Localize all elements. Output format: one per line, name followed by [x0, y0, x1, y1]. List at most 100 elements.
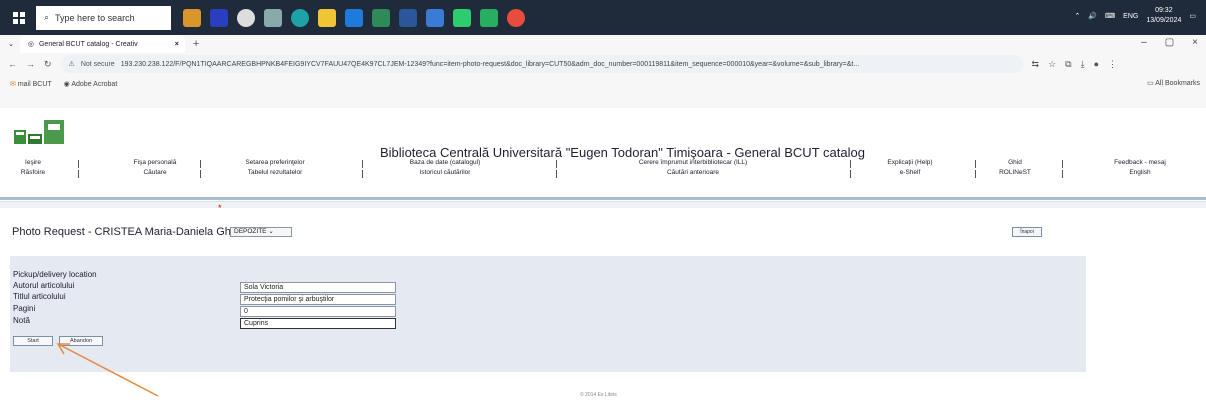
nav-link-feedback[interactable]: Feedback - mesaj — [1105, 158, 1175, 168]
nav-column: Fişa personală Căutare — [125, 158, 185, 178]
annotation-arrow — [56, 343, 159, 397]
windows-start-icon[interactable] — [8, 7, 30, 29]
bookmark-item[interactable]: ✉ mail BCUT — [10, 80, 52, 88]
article-author-input[interactable]: Sola Victoria — [240, 282, 396, 293]
back-button[interactable]: Înapoi — [1012, 227, 1042, 237]
nav-link-logout[interactable]: Ieşire — [18, 158, 48, 168]
nav-separator — [200, 160, 201, 168]
note-input[interactable]: Cuprins — [240, 318, 396, 329]
clock-time: 09:32 — [1155, 7, 1173, 14]
system-tray: ⌃ 🔊 ⌨ ENG 09:32 13/09/2024 ▭ — [1074, 6, 1196, 26]
language-indicator[interactable]: ENG — [1123, 13, 1138, 20]
header-divider — [0, 197, 1206, 200]
minimize-icon[interactable]: – — [1141, 37, 1147, 48]
pickup-location-label: Pickup/delivery location — [13, 270, 97, 279]
word-icon[interactable] — [399, 8, 417, 27]
nav-separator — [78, 160, 79, 168]
new-tab-icon[interactable]: + — [193, 38, 199, 50]
app-icon[interactable] — [426, 8, 444, 27]
taskbar-search-box[interactable]: ⌕ Type here to search — [36, 5, 171, 30]
reload-icon[interactable]: ↻ — [44, 59, 52, 70]
app-icon[interactable] — [210, 8, 228, 27]
pages-input[interactable]: 0 — [240, 306, 396, 317]
address-bar[interactable]: ⚠ Not secure 193.230.238.122/F/PQN1TIQAA… — [60, 55, 1023, 73]
tray-chevron-icon[interactable]: ⌃ — [1074, 12, 1080, 20]
bookmark-label: Adobe Acrobat — [71, 81, 118, 88]
warning-icon: ⚠ — [68, 61, 75, 68]
window-controls: – ▢ × — [1141, 37, 1198, 48]
windows-taskbar: ⌕ Type here to search ⌃ 🔊 ⌨ ENG 09:32 13… — [0, 0, 1206, 35]
bookmark-item[interactable]: ◉ Adobe Acrobat — [64, 80, 118, 88]
nav-link-personal-file[interactable]: Fişa personală — [125, 158, 185, 168]
notifications-icon[interactable]: ▭ — [1189, 12, 1196, 20]
profile-icon[interactable]: ● — [1094, 59, 1099, 69]
nav-link-results[interactable]: Tabelul rezultatelor — [235, 168, 315, 178]
pages-label: Pagini — [13, 304, 36, 313]
article-title-input[interactable]: Protecţia pomilor şi arbuştilor — [240, 294, 396, 305]
keyboard-icon[interactable]: ⌨ — [1105, 12, 1115, 20]
tab-list-icon[interactable]: ⌄ — [8, 40, 14, 48]
tab-close-icon[interactable]: × — [175, 41, 179, 48]
nav-separator — [850, 160, 851, 168]
required-marker: * — [218, 203, 222, 213]
clock[interactable]: 09:32 13/09/2024 — [1146, 6, 1181, 26]
nav-separator — [556, 170, 557, 178]
nav-link-search[interactable]: Căutare — [125, 168, 185, 178]
article-author-label: Autorul articolului — [13, 281, 75, 290]
translate-icon[interactable]: ⇆ — [1032, 59, 1040, 70]
download-icon[interactable]: ⤓ — [1081, 59, 1085, 70]
all-bookmarks-button[interactable]: ▭ All Bookmarks — [1147, 79, 1200, 87]
nav-column: Feedback - mesaj English — [1105, 158, 1175, 178]
browser-tab[interactable]: ◎ General BCUT catalog - Creativ × — [19, 35, 185, 53]
nav-link-english[interactable]: English — [1105, 168, 1175, 178]
nav-link-browse[interactable]: Răsfoire — [18, 168, 48, 178]
nav-link-eshelf[interactable]: e-Shelf — [880, 168, 940, 178]
nav-column: Ieşire Răsfoire — [18, 158, 48, 178]
edge-icon[interactable] — [291, 8, 309, 27]
nav-link-guide[interactable]: Ghid — [995, 158, 1035, 168]
browser-chrome: ⌄ ◎ General BCUT catalog - Creativ × + –… — [0, 35, 1206, 108]
mail-icon[interactable] — [345, 8, 363, 27]
folder-icon: ▭ — [1147, 80, 1154, 87]
nav-separator — [362, 160, 363, 168]
clock-date: 13/09/2024 — [1146, 17, 1182, 24]
chrome-icon[interactable] — [507, 8, 525, 27]
nav-link-preferences[interactable]: Setarea preferinţelor — [235, 158, 315, 168]
extensions-icon[interactable]: ⧉ — [1065, 59, 1071, 70]
nav-link-ill[interactable]: Cerere împrumut interbibliotecar (ILL) — [628, 158, 758, 168]
app-icon[interactable] — [372, 8, 390, 27]
app-icon[interactable] — [264, 8, 282, 27]
nav-column: Cerere împrumut interbibliotecar (ILL) C… — [628, 158, 758, 178]
nav-link-rolinest[interactable]: ROLINeST — [995, 168, 1035, 178]
pickup-location-select[interactable]: DEPOZITE ⌄ — [230, 227, 292, 237]
bcut-logo[interactable] — [12, 116, 68, 146]
folder-icon[interactable] — [318, 8, 336, 27]
app-icon[interactable] — [453, 8, 471, 27]
nav-link-search-history[interactable]: Istoricul căutărilor — [400, 168, 490, 178]
app-icon[interactable] — [480, 8, 498, 27]
nav-link-database[interactable]: Baza de date (catalogul) — [400, 158, 490, 168]
nav-separator — [200, 170, 201, 178]
mail-icon: ✉ — [10, 81, 16, 88]
footer-copyright: © 2014 Ex Libris — [580, 392, 617, 398]
article-title-label: Titlul articolului — [13, 292, 66, 301]
maximize-icon[interactable]: ▢ — [1165, 37, 1174, 48]
security-label[interactable]: Not secure — [81, 61, 115, 68]
menu-icon[interactable]: ⋮ — [1108, 59, 1117, 70]
taskbar-search-placeholder: Type here to search — [55, 12, 135, 23]
nav-link-previous-searches[interactable]: Căutări anterioare — [628, 168, 758, 178]
nav-column: Ghid ROLINeST — [995, 158, 1035, 178]
app-icon[interactable] — [237, 8, 255, 27]
forward-icon[interactable]: → — [26, 59, 35, 69]
url-text: 193.230.238.122/F/PQN1TIQAARCAREGBHPNKB4… — [120, 60, 860, 68]
close-icon[interactable]: × — [1192, 37, 1198, 48]
tab-strip: ⌄ ◎ General BCUT catalog - Creativ × + –… — [0, 35, 1206, 53]
back-icon[interactable]: ← — [8, 59, 17, 69]
bookmark-label: mail BCUT — [17, 81, 52, 88]
nav-link-help[interactable]: Explicaţii (Help) — [880, 158, 940, 168]
bookmark-star-icon[interactable]: ☆ — [1048, 59, 1056, 70]
nav-separator — [1062, 160, 1063, 168]
all-bookmarks-label: All Bookmarks — [1155, 80, 1200, 87]
volume-icon[interactable]: 🔊 — [1088, 12, 1097, 20]
app-icon[interactable] — [183, 8, 201, 27]
